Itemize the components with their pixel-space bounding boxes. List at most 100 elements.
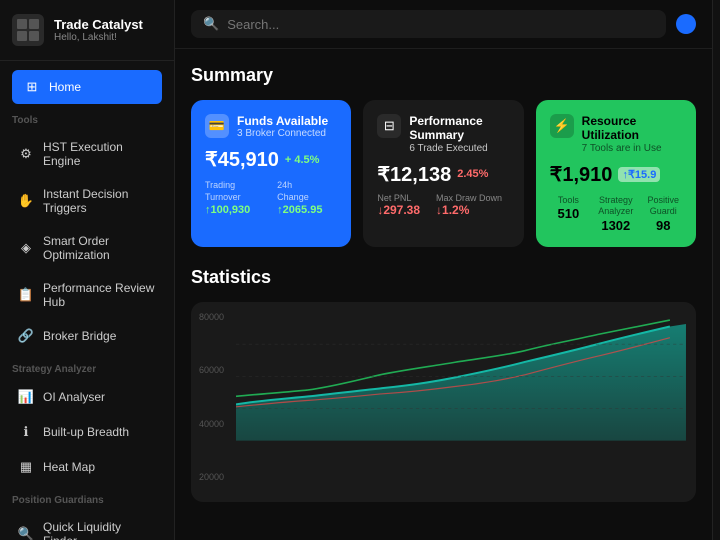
- search-icon: 🔍: [203, 16, 219, 32]
- resource-subtitle: 7 Tools are in Use: [582, 143, 682, 154]
- chart-y-60000: 60000: [199, 365, 224, 375]
- performance-card: ⊟ Performance Summary 6 Trade Executed ₹…: [363, 100, 523, 247]
- net-pnl-label: Net PNL: [377, 193, 420, 203]
- performance-amount: ₹12,138 2.45%: [377, 162, 509, 187]
- hst-icon: ⚙: [18, 146, 34, 162]
- idt-icon: ✋: [18, 193, 34, 209]
- resource-strategy-label: Strategy Analyzer: [597, 195, 634, 218]
- funds-amount: ₹45,910 + 4.5%: [205, 147, 337, 172]
- search-wrapper[interactable]: 🔍: [191, 10, 666, 38]
- resource-card: ⚡ Resource Utilization 7 Tools are in Us…: [536, 100, 696, 247]
- resource-positive: Positive Guardi 98: [645, 195, 682, 233]
- search-input[interactable]: [227, 17, 654, 32]
- performance-change: 2.45%: [457, 168, 488, 180]
- net-pnl: Net PNL ↓297.38: [377, 193, 420, 217]
- chart-y-80000: 80000: [199, 312, 224, 322]
- resource-title: Resource Utilization: [582, 114, 682, 143]
- funds-title-block: Funds Available 3 Broker Connected: [237, 114, 328, 139]
- sidebar-item-soo-label: Smart Order Optimization: [43, 234, 156, 262]
- funds-turnover-value: ↑100,930: [205, 204, 265, 216]
- brand-subtitle: Hello, Lakshit!: [54, 32, 143, 43]
- sidebar-item-hm[interactable]: ▦ Heat Map: [6, 450, 168, 484]
- sidebar-item-bb[interactable]: 🔗 Broker Bridge: [6, 319, 168, 353]
- bb-icon: 🔗: [18, 328, 34, 344]
- sidebar-item-idt[interactable]: ✋ Instant Decision Triggers: [6, 178, 168, 224]
- funds-card-header: 💳 Funds Available 3 Broker Connected: [205, 114, 337, 139]
- max-draw-value: ↓1.2%: [436, 203, 502, 217]
- funds-subtitle: 3 Broker Connected: [237, 128, 328, 139]
- statistics-section: Statistics 80000 60000 40000 20000: [191, 267, 696, 502]
- chart-y-20000: 20000: [199, 472, 224, 482]
- sidebar-item-home[interactable]: ⊞ Home: [12, 70, 162, 104]
- soo-icon: ◈: [18, 240, 34, 256]
- home-icon: ⊞: [24, 79, 40, 95]
- resource-stats: Tools 510 Strategy Analyzer 1302 Positiv…: [550, 195, 682, 233]
- max-draw-label: Max Draw Down: [436, 193, 502, 203]
- funds-title: Funds Available: [237, 114, 328, 128]
- sidebar-item-qlf-label: Quick Liquidity Finder: [43, 520, 156, 540]
- hm-icon: ▦: [18, 459, 34, 475]
- position-nav: 🔍 Quick Liquidity Finder 💰 Payoff Chart: [0, 510, 174, 540]
- resource-tools-label: Tools: [550, 195, 587, 207]
- brand-icon: [12, 14, 44, 46]
- funds-stat-change: 24hChange ↑2065.95: [277, 180, 337, 215]
- resource-title-block: Resource Utilization 7 Tools are in Use: [582, 114, 682, 154]
- performance-icon: ⊟: [377, 114, 401, 138]
- resource-tools: Tools 510: [550, 195, 587, 233]
- right-panel-hint: [712, 0, 720, 540]
- sidebar-item-prh-label: Performance Review Hub: [43, 281, 156, 309]
- strategy-nav: 📊 OI Analyser ℹ Built-up Breadth ▦ Heat …: [0, 379, 174, 485]
- resource-icon: ⚡: [550, 114, 574, 138]
- qlf-icon: 🔍: [18, 526, 34, 540]
- bub-icon: ℹ: [18, 424, 34, 440]
- funds-change: + 4.5%: [285, 154, 320, 166]
- funds-change-label: 24hChange: [277, 180, 337, 203]
- funds-stat-turnover: TradingTurnover ↑100,930: [205, 180, 265, 215]
- performance-pnl: Net PNL ↓297.38 Max Draw Down ↓1.2%: [377, 193, 509, 217]
- sidebar-item-bb-label: Broker Bridge: [43, 329, 116, 343]
- position-section-label: Position Guardians: [0, 485, 174, 510]
- performance-title-block: Performance Summary 6 Trade Executed: [409, 114, 509, 154]
- tools-section-label: Tools: [0, 105, 174, 130]
- sidebar-item-prh[interactable]: 📋 Performance Review Hub: [6, 272, 168, 318]
- sidebar-item-qlf[interactable]: 🔍 Quick Liquidity Finder: [6, 511, 168, 540]
- sidebar-item-bub-label: Built-up Breadth: [43, 425, 129, 439]
- oi-icon: 📊: [18, 389, 34, 405]
- statistics-title: Statistics: [191, 267, 696, 288]
- sidebar-item-oi-label: OI Analyser: [43, 390, 105, 404]
- prh-icon: 📋: [18, 287, 34, 303]
- sidebar-item-idt-label: Instant Decision Triggers: [43, 187, 156, 215]
- brand-text: Trade Catalyst Hello, Lakshit!: [54, 17, 143, 43]
- resource-change: ↑₹15.9: [618, 167, 660, 182]
- max-draw: Max Draw Down ↓1.2%: [436, 193, 502, 217]
- sidebar: Trade Catalyst Hello, Lakshit! ⊞ Home To…: [0, 0, 175, 540]
- main-content: 🔍 Summary 💳 Funds Available 3 Broker Con…: [175, 0, 712, 540]
- sidebar-item-soo[interactable]: ◈ Smart Order Optimization: [6, 225, 168, 271]
- chart-y-labels: 80000 60000 40000 20000: [199, 312, 224, 482]
- resource-card-header: ⚡ Resource Utilization 7 Tools are in Us…: [550, 114, 682, 154]
- resource-positive-value: 98: [645, 218, 682, 233]
- sidebar-item-hst[interactable]: ⚙ HST Execution Engine: [6, 131, 168, 177]
- net-pnl-value: ↓297.38: [377, 203, 420, 217]
- brand-name: Trade Catalyst: [54, 17, 143, 32]
- funds-icon: 💳: [205, 114, 229, 138]
- chart-y-40000: 40000: [199, 419, 224, 429]
- summary-cards: 💳 Funds Available 3 Broker Connected ₹45…: [191, 100, 696, 247]
- sidebar-item-home-label: Home: [49, 80, 81, 94]
- tools-nav: ⚙ HST Execution Engine ✋ Instant Decisio…: [0, 130, 174, 354]
- summary-title: Summary: [191, 65, 696, 86]
- performance-card-header: ⊟ Performance Summary 6 Trade Executed: [377, 114, 509, 154]
- sidebar-item-hm-label: Heat Map: [43, 460, 95, 474]
- strategy-section-label: Strategy Analyzer: [0, 354, 174, 379]
- sidebar-item-hst-label: HST Execution Engine: [43, 140, 156, 168]
- funds-card: 💳 Funds Available 3 Broker Connected ₹45…: [191, 100, 351, 247]
- chart-container: 80000 60000 40000 20000: [191, 302, 696, 502]
- content-area: Summary 💳 Funds Available 3 Broker Conne…: [175, 49, 712, 540]
- resource-strategy-value: 1302: [597, 218, 634, 233]
- resource-positive-label: Positive Guardi: [645, 195, 682, 218]
- resource-strategy: Strategy Analyzer 1302: [597, 195, 634, 233]
- brand-header: Trade Catalyst Hello, Lakshit!: [0, 0, 174, 61]
- topbar: 🔍: [175, 0, 712, 49]
- sidebar-item-oi[interactable]: 📊 OI Analyser: [6, 380, 168, 414]
- sidebar-item-bub[interactable]: ℹ Built-up Breadth: [6, 415, 168, 449]
